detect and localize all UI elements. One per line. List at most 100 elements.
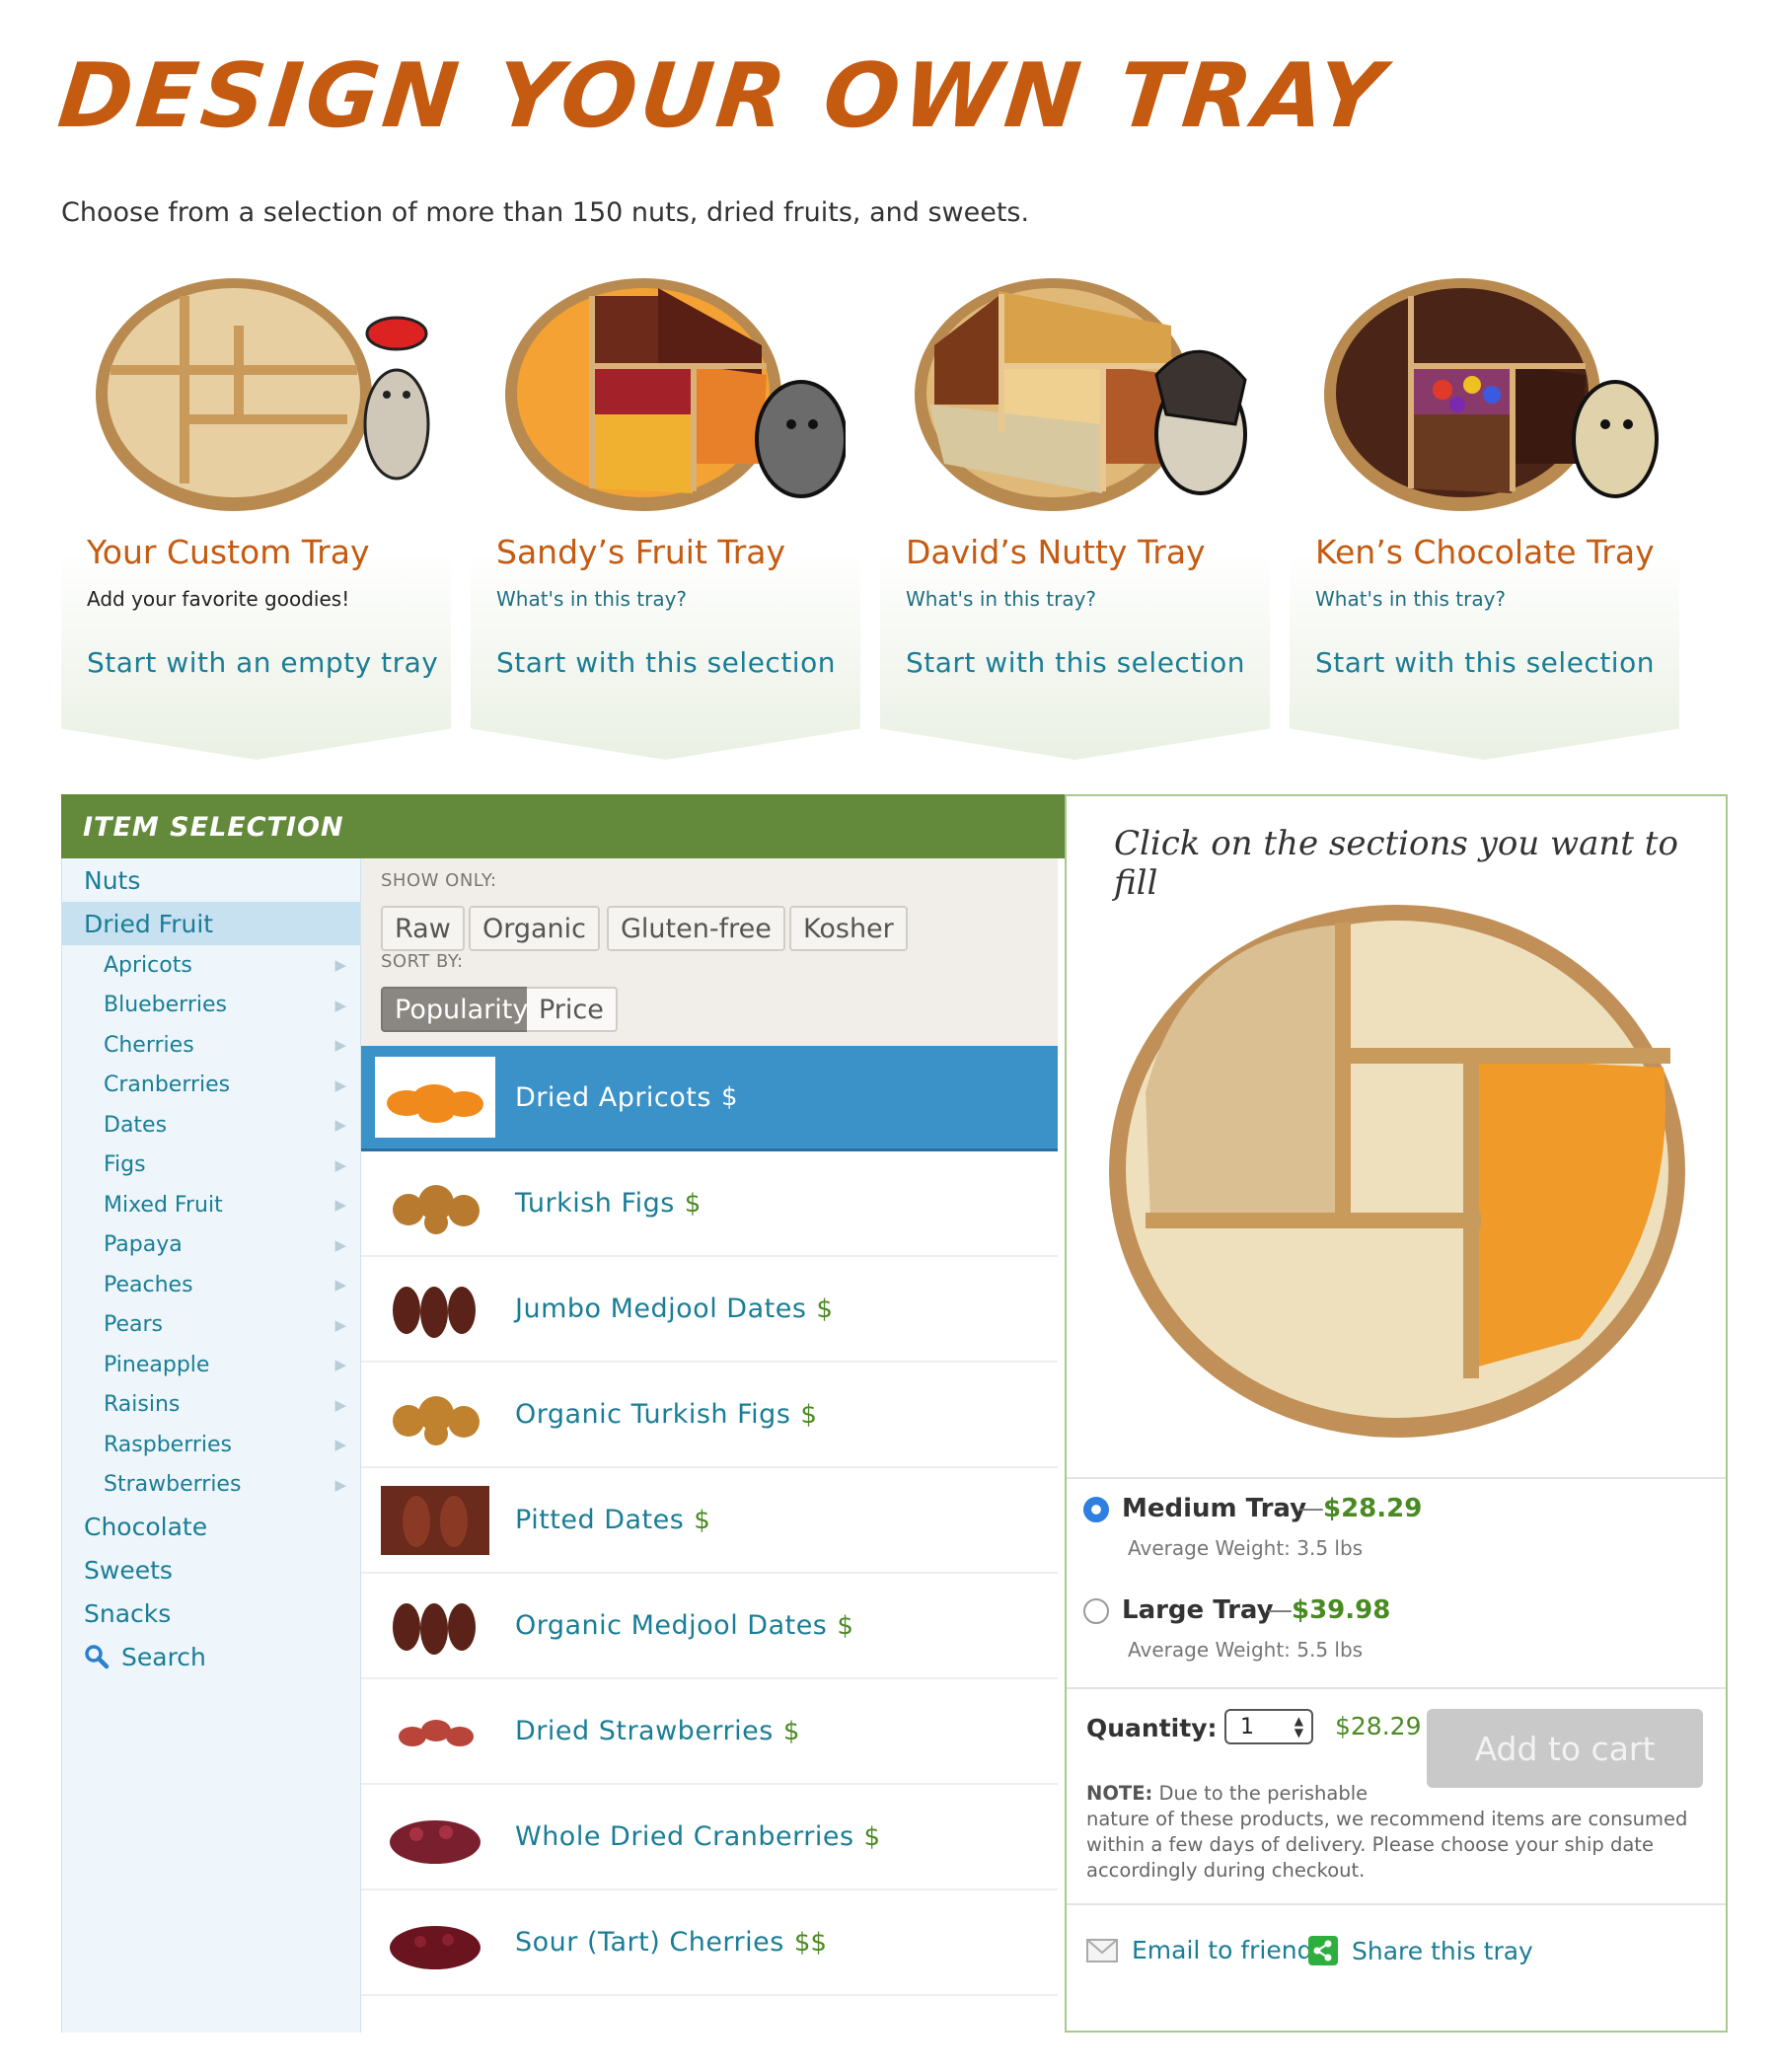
product-name: Turkish Figs bbox=[515, 1188, 675, 1219]
page-subtitle: Choose from a selection of more than 150… bbox=[61, 197, 1030, 228]
tray-title: Sandy’s Fruit Tray bbox=[496, 533, 786, 571]
subcategory-label: Cranberries bbox=[104, 1073, 231, 1098]
tray-builder-panel: Click on the sections you want to fill M… bbox=[1065, 794, 1728, 2033]
category-sidebar: Nuts Dried Fruit Apricots ▶ Blueberries ▶ … bbox=[61, 858, 361, 2033]
category-sweets[interactable]: Sweets bbox=[62, 1548, 360, 1591]
product-name: Sour (Tart) Cherries bbox=[515, 1927, 784, 1958]
product-row[interactable]: Sour (Tart) Cherries $$ bbox=[361, 1890, 1058, 1996]
start-with-selection-link[interactable]: Start with this selection bbox=[496, 646, 836, 679]
chevron-right-icon: ▶ bbox=[334, 1315, 346, 1334]
filter-panel: SHOW ONLY: Raw Organic Gluten-free Koshe… bbox=[361, 858, 1058, 1046]
subcategory-label: Raisins bbox=[104, 1392, 181, 1418]
large-tray-dash: — bbox=[1267, 1595, 1293, 1625]
product-name: Dried Strawberries bbox=[515, 1716, 774, 1746]
product-row[interactable]: Dried Strawberries $ bbox=[361, 1679, 1058, 1785]
subcategory-item[interactable]: Blueberries ▶ bbox=[62, 986, 360, 1026]
product-price: $ bbox=[684, 1188, 702, 1219]
subcategory-label: Pears bbox=[104, 1312, 164, 1338]
section-divider bbox=[1067, 1903, 1726, 1905]
category-dried-fruit[interactable]: Dried Fruit bbox=[62, 902, 360, 945]
tray-card-custom[interactable]: Your Custom Tray Add your favorite goodi… bbox=[61, 261, 451, 775]
medium-tray-radio[interactable] bbox=[1083, 1497, 1109, 1522]
large-tray-price: $39.98 bbox=[1292, 1595, 1391, 1625]
medium-tray-price: $28.29 bbox=[1323, 1494, 1423, 1523]
tray-description: Add your favorite goodies! bbox=[87, 587, 350, 611]
subcategory-item[interactable]: Raspberries ▶ bbox=[62, 1425, 360, 1465]
product-row[interactable]: Whole Dried Cranberries $ bbox=[361, 1785, 1058, 1890]
chevron-right-icon: ▶ bbox=[334, 1075, 346, 1094]
start-empty-tray-link[interactable]: Start with an empty tray bbox=[87, 646, 438, 679]
subcategory-item[interactable]: Cranberries ▶ bbox=[62, 1066, 360, 1106]
subcategory-item[interactable]: Cherries ▶ bbox=[62, 1025, 360, 1066]
subcategory-label: Mixed Fruit bbox=[104, 1192, 223, 1218]
filter-raw[interactable]: Raw bbox=[381, 906, 465, 951]
stepper-arrows-icon: ▲ ▼ bbox=[1294, 1714, 1303, 1739]
tray-image-empty[interactable] bbox=[86, 266, 436, 523]
sort-popularity-button[interactable]: Popularity bbox=[381, 987, 543, 1032]
tray-section-apricots[interactable] bbox=[1471, 1058, 1665, 1369]
order-total: $28.29 bbox=[1335, 1712, 1422, 1740]
tray-image-chocolate[interactable] bbox=[1314, 266, 1665, 523]
category-snacks[interactable]: Snacks bbox=[62, 1591, 360, 1635]
product-row[interactable]: Jumbo Medjool Dates $ bbox=[361, 1257, 1058, 1363]
tray-cards: Your Custom Tray Add your favorite goodi… bbox=[61, 261, 1758, 775]
subcategory-item[interactable]: Papaya ▶ bbox=[62, 1225, 360, 1266]
subcategory-item[interactable]: Pears ▶ bbox=[62, 1305, 360, 1346]
filter-kosher[interactable]: Kosher bbox=[789, 906, 908, 951]
tray-section-pistachios[interactable] bbox=[1146, 925, 1343, 1225]
sort-price-button[interactable]: Price bbox=[527, 987, 618, 1032]
subcategory-label: Blueberries bbox=[104, 993, 227, 1018]
chevron-right-icon: ▶ bbox=[334, 996, 346, 1014]
add-to-cart-button[interactable]: Add to cart bbox=[1427, 1709, 1703, 1788]
product-row[interactable]: Pitted Dates $ bbox=[361, 1468, 1058, 1574]
item-selection-header: ITEM SELECTION bbox=[61, 794, 1068, 858]
category-nuts[interactable]: Nuts bbox=[62, 858, 360, 902]
tray-card-chocolate[interactable]: Ken’s Chocolate Tray What's in this tray… bbox=[1290, 261, 1679, 775]
tray-card-nutty[interactable]: David’s Nutty Tray What's in this tray? … bbox=[880, 261, 1270, 775]
whats-in-tray-link[interactable]: What's in this tray? bbox=[496, 587, 687, 611]
note-text: nature of these products, we recommend i… bbox=[1086, 1808, 1688, 1882]
filter-organic[interactable]: Organic bbox=[469, 906, 601, 951]
large-tray-radio[interactable] bbox=[1083, 1598, 1109, 1624]
subcategory-item[interactable]: Apricots ▶ bbox=[62, 945, 360, 986]
subcategory-item[interactable]: Raisins ▶ bbox=[62, 1385, 360, 1426]
product-thumbnail bbox=[375, 1901, 495, 1983]
start-with-selection-link[interactable]: Start with this selection bbox=[1315, 646, 1655, 679]
product-row[interactable]: Organic Turkish Figs $ bbox=[361, 1363, 1058, 1468]
product-row[interactable]: Dried Apricots $ bbox=[361, 1046, 1058, 1151]
category-search[interactable]: Search bbox=[62, 1635, 360, 1678]
tray-card-fruit[interactable]: Sandy’s Fruit Tray What's in this tray? … bbox=[471, 261, 860, 775]
section-divider bbox=[1067, 1687, 1726, 1689]
item-selection-title: ITEM SELECTION bbox=[83, 812, 344, 843]
share-tray-link[interactable]: Share this tray bbox=[1308, 1936, 1533, 1965]
subcategory-item[interactable]: Dates ▶ bbox=[62, 1105, 360, 1146]
subcategory-item[interactable]: Figs ▶ bbox=[62, 1146, 360, 1186]
tray-image-nutty[interactable] bbox=[905, 266, 1255, 523]
product-row[interactable]: Turkish Figs $ bbox=[361, 1151, 1058, 1257]
category-chocolate[interactable]: Chocolate bbox=[62, 1505, 360, 1548]
chevron-right-icon: ▶ bbox=[334, 1276, 346, 1295]
subcategory-item[interactable]: Peaches ▶ bbox=[62, 1265, 360, 1305]
product-thumbnail bbox=[375, 1162, 495, 1244]
perishable-note: NOTE: Due to the perishable nature of th… bbox=[1086, 1781, 1708, 1884]
subcategory-label: Figs bbox=[104, 1152, 146, 1178]
email-to-friend-link[interactable]: Email to friend bbox=[1086, 1936, 1312, 1964]
quantity-label: Quantity: bbox=[1086, 1714, 1218, 1742]
tray-image-fruit[interactable] bbox=[495, 266, 848, 523]
chevron-right-icon: ▶ bbox=[334, 1395, 346, 1414]
chevron-right-icon: ▶ bbox=[334, 1155, 346, 1174]
start-with-selection-link[interactable]: Start with this selection bbox=[906, 646, 1245, 679]
filter-gluten-free[interactable]: Gluten-free bbox=[607, 906, 785, 951]
subcategory-item[interactable]: Strawberries ▶ bbox=[62, 1465, 360, 1506]
subcategory-item[interactable]: Mixed Fruit ▶ bbox=[62, 1185, 360, 1225]
product-row[interactable]: Organic Medjool Dates $ bbox=[361, 1574, 1058, 1679]
quantity-select[interactable]: 1 ▲ ▼ bbox=[1224, 1709, 1313, 1744]
subcategory-item[interactable]: Pineapple ▶ bbox=[62, 1345, 360, 1385]
whats-in-tray-link[interactable]: What's in this tray? bbox=[1315, 587, 1506, 611]
product-price: $ bbox=[863, 1821, 881, 1852]
product-price: $ bbox=[694, 1505, 710, 1535]
share-tray-label: Share this tray bbox=[1352, 1936, 1533, 1965]
tray-section-map[interactable] bbox=[1106, 895, 1688, 1447]
whats-in-tray-link[interactable]: What's in this tray? bbox=[906, 587, 1096, 611]
chevron-right-icon: ▶ bbox=[334, 1356, 346, 1374]
